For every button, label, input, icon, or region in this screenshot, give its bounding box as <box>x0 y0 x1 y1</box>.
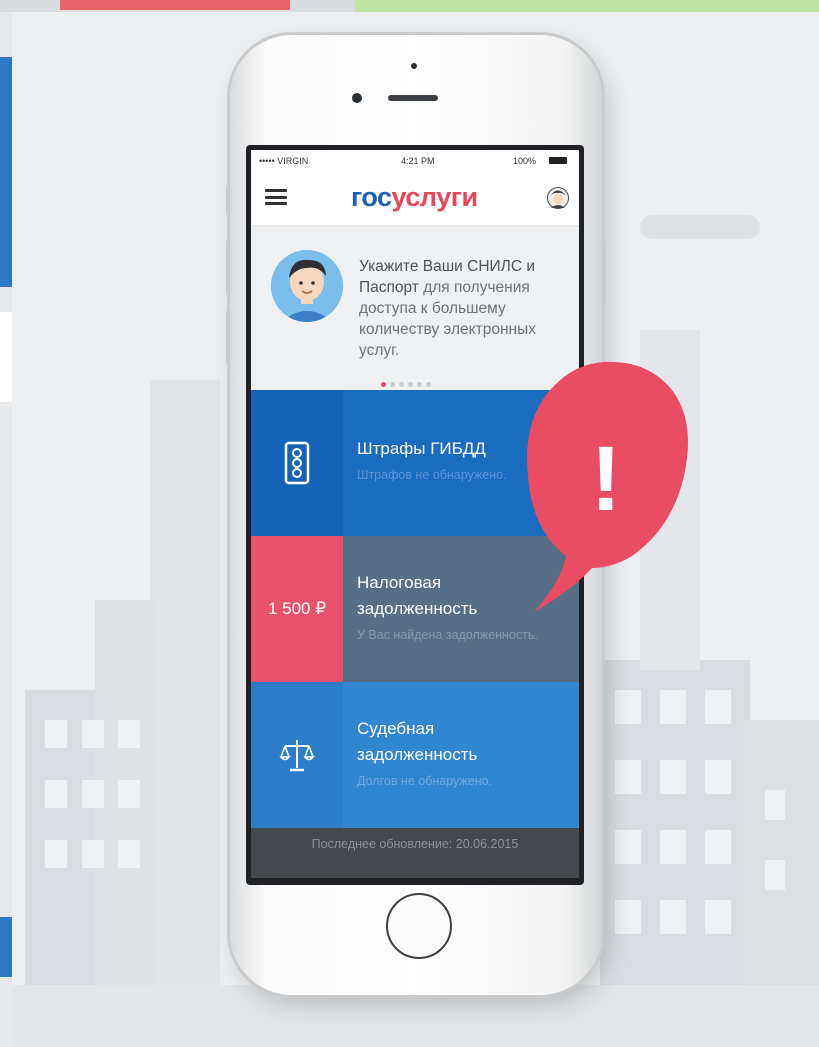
card-icon-panel <box>251 390 343 536</box>
pagination-dot[interactable] <box>390 382 395 387</box>
card-title-line1: Налоговая <box>357 573 442 592</box>
home-button[interactable] <box>386 893 452 959</box>
building-right-2 <box>745 720 819 990</box>
last-update-footer: Последнее обновление: 20.06.2015 <box>251 828 579 878</box>
banner-message: Укажите Ваши СНИЛС и Паспорт для получен… <box>359 256 571 361</box>
court-debt-card[interactable]: Судебная задолженность Долгов не обнаруж… <box>251 682 579 828</box>
alert-symbol: ! <box>591 428 622 530</box>
card-subtitle: Штрафов не обнаружено. <box>357 468 507 482</box>
logo-part-uslugi: услуги <box>391 182 479 212</box>
card-title-line2: задолженность <box>357 599 478 618</box>
card-title: Штрафы ГИБДД <box>357 439 486 458</box>
front-camera-icon <box>352 93 362 103</box>
pagination-dot[interactable] <box>408 382 413 387</box>
clock-label: 4:21 PM <box>401 156 435 166</box>
traffic-light-icon <box>284 441 310 485</box>
card-subtitle: У Вас найдена задолженность. <box>357 628 538 642</box>
proximity-sensor <box>411 63 417 69</box>
left-edge-strip <box>0 12 12 1047</box>
pagination-dot[interactable] <box>417 382 422 387</box>
user-illustration-icon <box>271 250 343 322</box>
exclamation-alert-icon: ! <box>527 361 688 612</box>
scales-of-justice-icon <box>279 740 315 772</box>
pagination-dot-active[interactable] <box>381 382 386 387</box>
battery-icon <box>549 157 567 164</box>
card-body: Судебная задолженность Долгов не обнаруж… <box>343 682 579 828</box>
status-bar: ••••• VIRGIN 4:21 PM 100% <box>251 150 579 170</box>
logo-part-gos: гос <box>351 182 392 212</box>
pagination-dot[interactable] <box>426 382 431 387</box>
user-avatar-icon[interactable] <box>547 187 569 209</box>
cloud <box>640 215 760 239</box>
carousel-pagination[interactable] <box>381 374 435 387</box>
card-icon-panel <box>251 682 343 828</box>
pagination-dot[interactable] <box>399 382 404 387</box>
battery-label: 100% <box>513 156 537 166</box>
app-header: госуслуги <box>251 170 579 226</box>
card-title-line2: задолженность <box>357 745 478 764</box>
debt-amount-badge: 1 500 ₽ <box>251 536 343 682</box>
carrier-label: ••••• VIRGIN <box>259 156 309 166</box>
card-subtitle: Долгов не обнаружено. <box>357 774 493 788</box>
earpiece-speaker <box>388 95 438 101</box>
card-title-line1: Судебная <box>357 719 435 738</box>
building-left-2 <box>150 380 220 990</box>
top-edge-strip <box>0 0 819 12</box>
gosuslugi-logo[interactable]: госуслуги <box>351 182 478 213</box>
hamburger-menu-icon[interactable] <box>265 189 287 205</box>
